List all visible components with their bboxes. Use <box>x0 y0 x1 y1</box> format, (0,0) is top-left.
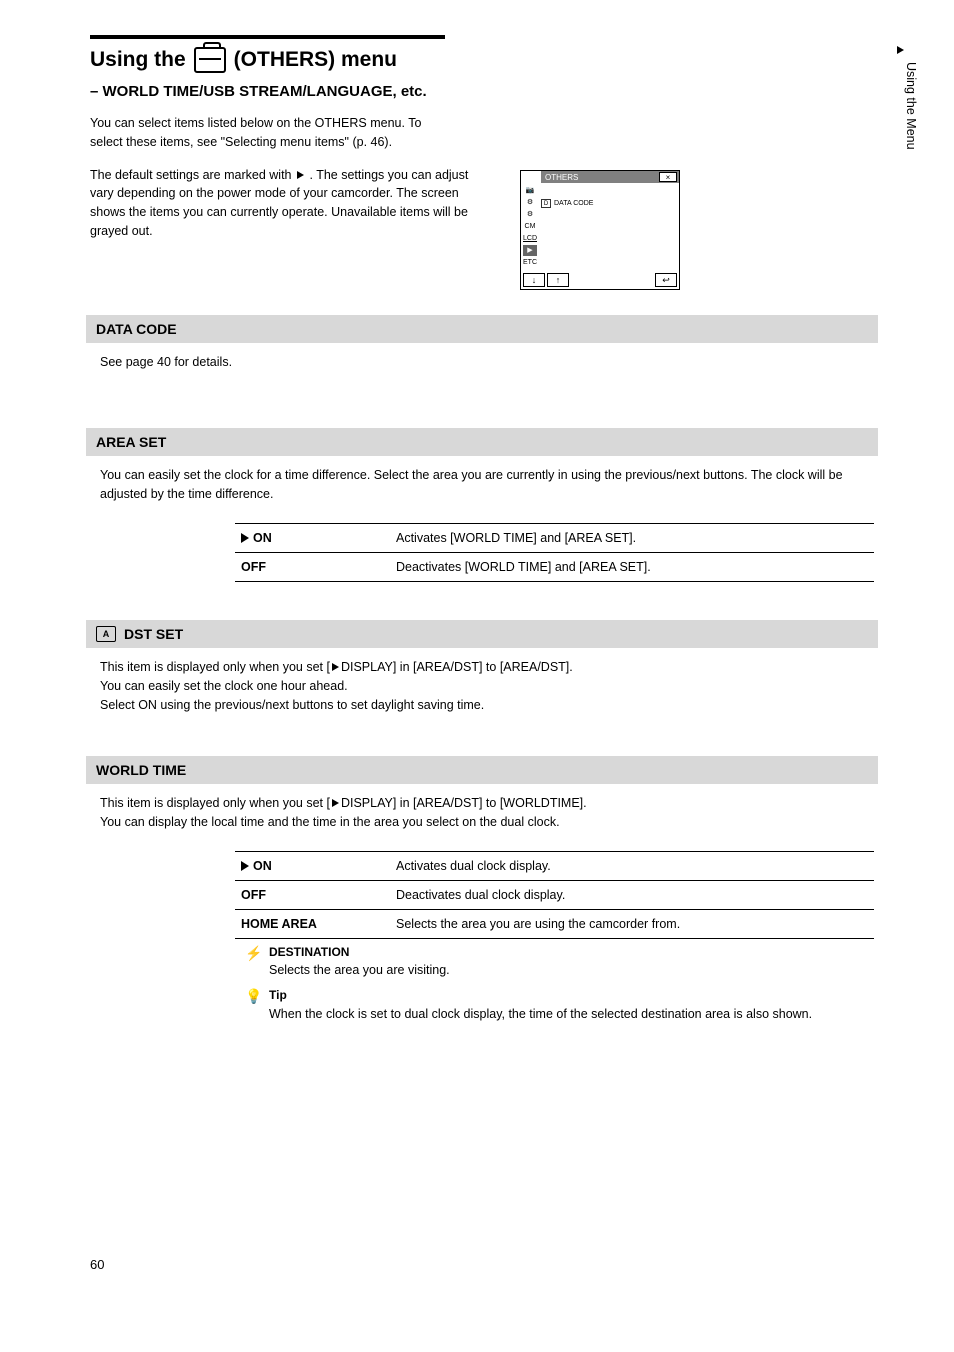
option-on: ON <box>235 523 390 552</box>
title-prefix: Using the <box>90 48 186 72</box>
flash-icon: ⚡ <box>245 943 263 981</box>
table-row: HOME AREA Selects the area you are using… <box>235 909 874 938</box>
option-off: OFF <box>235 552 390 581</box>
lcd-side-camera-icon: 📷 <box>523 185 537 196</box>
table-row: ON Activates dual clock display. <box>235 851 874 880</box>
option-home-desc: Selects the area you are using the camco… <box>390 909 874 938</box>
title-suffix: (OTHERS) menu <box>234 48 397 72</box>
lcd-side-gear1-icon: ⚙ <box>523 197 537 208</box>
tip-row: 💡 Tip When the clock is set to dual cloc… <box>235 982 874 1026</box>
section-data-code: DATA CODE <box>86 315 878 343</box>
title-rule <box>90 35 445 39</box>
lcd-close-button: × <box>659 172 677 182</box>
title-sub: – WORLD TIME/USB STREAM/LANGUAGE, etc. <box>90 83 450 100</box>
data-code-body: See page 40 for details. <box>90 343 874 378</box>
area-set-body: You can easily set the clock for a time … <box>90 456 874 511</box>
toolbox-icon <box>194 47 226 73</box>
lcd-side-gear2-icon: ⚙ <box>523 209 537 220</box>
option-off-desc: Deactivates dual clock display. <box>390 880 874 909</box>
lcd-return-button: ↩ <box>655 273 677 287</box>
lcd-side-lcd-icon: LCD <box>523 233 537 244</box>
side-tab <box>895 46 906 54</box>
option-off: OFF <box>235 880 390 909</box>
option-on-desc: Activates dual clock display. <box>390 851 874 880</box>
destination-row: ⚡ DESTINATION Selects the area you are v… <box>235 939 874 983</box>
option-off-desc: Deactivates [WORLD TIME] and [AREA SET]. <box>390 552 874 581</box>
lcd-data-icon: D <box>541 199 551 208</box>
dst-body: This item is displayed only when you set… <box>90 648 874 722</box>
triangle-icon <box>241 533 249 543</box>
lcd-down-button: ↓ <box>523 273 545 287</box>
intro-text: You can select items listed below on the… <box>90 114 445 152</box>
lcd-bottom-buttons: ↓ ↑ EXEC ↩ <box>523 273 677 287</box>
page-number: 60 <box>90 1257 104 1272</box>
lcd-screenshot: OTHERS × 📷 ⚙ ⚙ CM LCD ▶ ETC D DATA CODE … <box>520 170 680 290</box>
option-on-desc: Activates [WORLD TIME] and [AREA SET]. <box>390 523 874 552</box>
section-area-set: AREA SET <box>86 428 878 456</box>
triangle-icon <box>297 171 304 179</box>
default-note: The default settings are marked with . T… <box>90 166 485 241</box>
page-title: Using the (OTHERS) menu <box>90 47 874 73</box>
table-row: OFF Deactivates [WORLD TIME] and [AREA S… <box>235 552 874 581</box>
lcd-banner: OTHERS × <box>541 171 679 183</box>
world-time-body: This item is displayed only when you set… <box>90 784 874 839</box>
lcd-row-datacode: D DATA CODE <box>541 199 593 208</box>
triangle-icon <box>332 663 339 671</box>
lcd-sidebar: 📷 ⚙ ⚙ CM LCD ▶ ETC <box>523 185 537 268</box>
area-set-options-table: ON Activates [WORLD TIME] and [AREA SET]… <box>235 523 874 582</box>
lcd-side-etc-icon: ETC <box>523 257 537 268</box>
section-a-icon: A <box>96 626 116 642</box>
tip-icon: 💡 <box>245 986 263 1024</box>
table-row: ON Activates [WORLD TIME] and [AREA SET]… <box>235 523 874 552</box>
section-world-time: WORLD TIME <box>86 756 878 784</box>
table-row: OFF Deactivates dual clock display. <box>235 880 874 909</box>
side-tab-label: Using the Menu <box>904 62 918 150</box>
option-on: ON <box>235 851 390 880</box>
option-home: HOME AREA <box>235 909 390 938</box>
section-dst-set: A DST SET <box>86 620 878 648</box>
lcd-side-play-icon: ▶ <box>523 245 537 256</box>
triangle-icon <box>241 861 249 871</box>
world-time-options-table: ON Activates dual clock display. OFF Dea… <box>235 851 874 939</box>
lcd-up-button: ↑ <box>547 273 569 287</box>
lcd-side-cm-icon: CM <box>523 221 537 232</box>
triangle-icon <box>332 799 339 807</box>
